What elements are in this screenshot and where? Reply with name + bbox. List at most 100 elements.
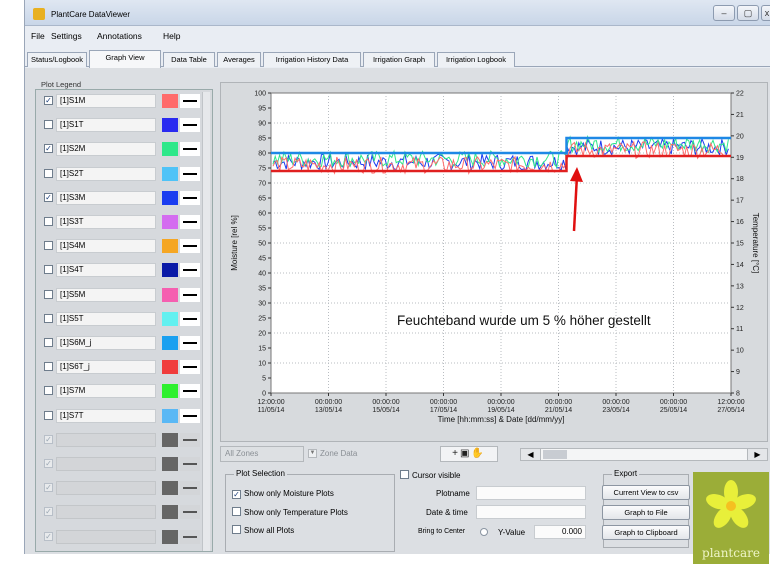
zone-dropdown-arrow-icon[interactable]: ▼: [308, 449, 317, 458]
tab-graph-view[interactable]: Graph View: [89, 50, 161, 68]
tab-irrigation-history-data[interactable]: Irrigation History Data: [263, 52, 361, 67]
legend-row[interactable]: ✓: [40, 528, 200, 546]
legend-checkbox[interactable]: [44, 241, 53, 251]
tab-status-logbook[interactable]: Status/Logbook: [27, 52, 87, 67]
legend-checkbox[interactable]: [44, 313, 53, 323]
legend-checkbox[interactable]: [44, 338, 53, 347]
legend-row[interactable]: [1]S6M_j: [40, 334, 200, 352]
plotname-field[interactable]: [476, 486, 586, 500]
bring-to-center-radio[interactable]: [480, 528, 488, 536]
legend-color-swatch[interactable]: [162, 457, 178, 471]
scroll-thumb[interactable]: [543, 450, 567, 459]
legend-row[interactable]: [1]S5T: [40, 310, 200, 328]
legend-checkbox[interactable]: [44, 120, 53, 130]
legend-color-swatch[interactable]: [162, 94, 178, 108]
legend-row[interactable]: [1]S4M: [40, 237, 200, 255]
y-value-field[interactable]: 0.000: [534, 525, 586, 539]
legend-checkbox[interactable]: ✓: [44, 96, 53, 105]
legend-row[interactable]: ✓: [40, 455, 200, 473]
legend-color-swatch[interactable]: [162, 166, 178, 181]
legend-line-style[interactable]: [180, 529, 200, 544]
legend-color-swatch[interactable]: [162, 239, 178, 254]
legend-color-swatch[interactable]: [162, 529, 178, 544]
cursor-visible-option[interactable]: Cursor visible: [400, 470, 460, 480]
legend-color-swatch[interactable]: [162, 142, 178, 157]
legend-row[interactable]: [1]S3T: [40, 213, 200, 231]
legend-checkbox[interactable]: ✓: [44, 192, 53, 202]
moisture-only-checkbox[interactable]: ✓: [232, 490, 241, 499]
legend-row[interactable]: ✓ [1]S3M: [40, 189, 200, 207]
legend-line-style[interactable]: [180, 118, 200, 133]
legend-row[interactable]: [1]S2T: [40, 165, 200, 183]
legend-row[interactable]: [1]S1T: [40, 116, 200, 134]
legend-row[interactable]: ✓ [1]S1M: [40, 92, 200, 110]
legend-row[interactable]: ✓: [40, 431, 200, 449]
legend-line-style[interactable]: [180, 190, 200, 205]
close-button[interactable]: x: [761, 5, 770, 21]
legend-row[interactable]: [1]S4T: [40, 261, 200, 279]
tab-irrigation-logbook[interactable]: Irrigation Logbook: [437, 52, 515, 67]
legend-color-swatch[interactable]: [162, 360, 178, 375]
maximize-button[interactable]: ▢: [737, 5, 759, 21]
legend-row[interactable]: [1]S7T: [40, 407, 200, 425]
legend-color-swatch[interactable]: [162, 505, 178, 520]
tab-data-table[interactable]: Data Table: [163, 52, 215, 67]
legend-line-style[interactable]: [180, 287, 200, 302]
legend-color-swatch[interactable]: [162, 190, 178, 205]
legend-line-style[interactable]: [180, 142, 200, 157]
legend-checkbox[interactable]: ✓: [44, 507, 53, 517]
legend-checkbox[interactable]: [44, 265, 53, 275]
legend-line-style[interactable]: [180, 94, 200, 108]
datetime-field[interactable]: [476, 505, 586, 519]
legend-color-swatch[interactable]: [162, 287, 178, 302]
legend-checkbox[interactable]: [44, 217, 53, 226]
legend-color-swatch[interactable]: [162, 118, 178, 133]
legend-row[interactable]: ✓ [1]S2M: [40, 140, 200, 158]
legend-line-style[interactable]: [180, 360, 200, 375]
legend-line-style[interactable]: [180, 481, 200, 496]
legend-checkbox[interactable]: [44, 386, 53, 396]
scroll-left-icon[interactable]: ◀: [521, 449, 541, 460]
legend-checkbox[interactable]: ✓: [44, 459, 53, 468]
legend-row[interactable]: [1]S6T_j: [40, 358, 200, 376]
legend-row[interactable]: ✓: [40, 479, 200, 497]
legend-color-swatch[interactable]: [162, 481, 178, 496]
chart-horizontal-scrollbar[interactable]: ◀ ▶: [520, 448, 768, 461]
legend-line-style[interactable]: [180, 215, 200, 229]
menu-annotations[interactable]: Annotations: [97, 31, 142, 41]
legend-checkbox[interactable]: ✓: [44, 144, 53, 154]
legend-color-swatch[interactable]: [162, 311, 178, 326]
legend-line-style[interactable]: [180, 263, 200, 278]
moisture-only-option[interactable]: ✓ Show only Moisture Plots: [232, 489, 334, 499]
legend-color-swatch[interactable]: [162, 408, 178, 423]
menu-help[interactable]: Help: [163, 31, 180, 41]
legend-line-style[interactable]: [180, 239, 200, 254]
menu-file[interactable]: File: [31, 31, 45, 41]
scroll-right-icon[interactable]: ▶: [747, 449, 767, 460]
tab-irrigation-graph[interactable]: Irrigation Graph: [363, 52, 435, 67]
all-plots-checkbox[interactable]: [232, 525, 241, 534]
legend-checkbox[interactable]: [44, 168, 53, 178]
graph-to-file-button[interactable]: Graph to File: [602, 505, 690, 520]
legend-checkbox[interactable]: ✓: [44, 531, 53, 541]
legend-scrollbar[interactable]: [202, 92, 210, 551]
legend-color-swatch[interactable]: [162, 432, 178, 447]
tab-averages[interactable]: Averages: [217, 52, 261, 67]
legend-color-swatch[interactable]: [162, 215, 178, 229]
legend-row[interactable]: [1]S5M: [40, 286, 200, 304]
legend-row[interactable]: [1]S7M: [40, 382, 200, 400]
legend-color-swatch[interactable]: [162, 263, 178, 278]
plot-tools-palette[interactable]: +▣✋: [440, 446, 498, 462]
export-csv-button[interactable]: Current View to csv: [602, 485, 690, 500]
moisture-chart[interactable]: 0 5 10 15 20 25 30 35 40 45 50 55 60 65 70 75 80 85 90 95 10…: [221, 83, 769, 443]
legend-line-style[interactable]: [180, 311, 200, 326]
legend-line-style[interactable]: [180, 505, 200, 520]
legend-checkbox[interactable]: ✓: [44, 434, 53, 444]
legend-line-style[interactable]: [180, 384, 200, 399]
temperature-only-option[interactable]: Show only Temperature Plots: [232, 507, 348, 517]
cursor-visible-checkbox[interactable]: [400, 470, 409, 479]
minimize-button[interactable]: –: [713, 5, 735, 21]
legend-line-style[interactable]: [180, 408, 200, 423]
legend-line-style[interactable]: [180, 432, 200, 447]
legend-checkbox[interactable]: [44, 289, 53, 299]
